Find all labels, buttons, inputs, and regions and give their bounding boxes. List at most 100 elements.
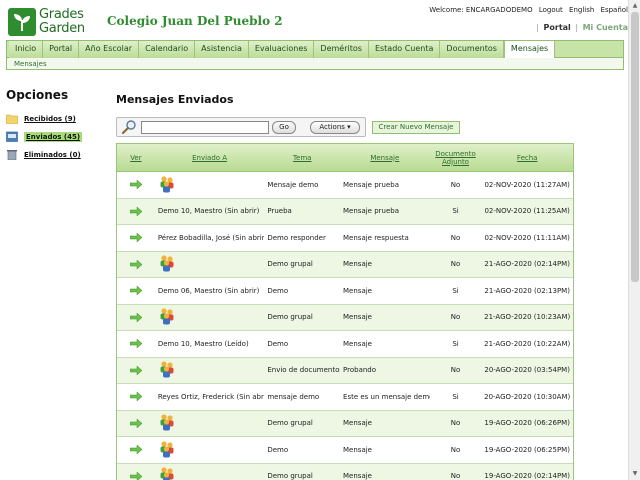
table-row[interactable]: Demo grupal Mensaje No 19-AGO-2020 (02:14PM… — [117, 463, 573, 480]
date-cell: 20-AGO-2020 (10:30AM) — [484, 392, 571, 401]
portal-link[interactable]: Portal — [544, 23, 571, 32]
subject-cell: Envio de documentos — [267, 366, 341, 375]
scroll-up-icon[interactable]: ▲ — [630, 1, 640, 11]
actions-button[interactable]: Actions ▾ — [310, 121, 360, 134]
view-cell[interactable] — [117, 365, 155, 375]
header-tema[interactable]: Tema — [264, 144, 340, 171]
english-link[interactable]: English — [569, 6, 594, 14]
table-row[interactable]: Demo grupal Mensaje No 21-AGO-2020 (02:14PM… — [117, 251, 573, 278]
table-row[interactable]: Mensaje demo Mensaje prueba No 02-NOV-2020 … — [117, 172, 573, 199]
tab-calendario[interactable]: Calendario — [139, 41, 196, 58]
view-cell[interactable] — [117, 418, 155, 428]
view-cell[interactable] — [117, 206, 155, 216]
arrow-right-icon[interactable] — [129, 339, 142, 349]
table-row[interactable]: Demo grupal Mensaje No 19-AGO-2020 (06:26PM… — [117, 410, 573, 437]
tab-ano-escolar[interactable]: Año Escolar — [79, 41, 140, 58]
header-mensaje[interactable]: Mensaje — [340, 144, 430, 171]
scrollbar[interactable]: ▲ ▼ — [628, 0, 640, 480]
view-cell[interactable] — [117, 392, 155, 402]
tab-demeritos[interactable]: Deméritos — [314, 41, 369, 58]
page: Grades Garden Colegio Juan Del Pueblo 2 … — [0, 0, 640, 480]
recipient-cell — [155, 254, 265, 274]
arrow-right-icon[interactable] — [129, 312, 142, 322]
new-message-button[interactable]: Crear Nuevo Mensaje — [372, 121, 460, 134]
tab-inicio[interactable]: Inicio — [9, 41, 44, 58]
view-cell[interactable] — [117, 233, 155, 243]
mi-cuenta-link[interactable]: Mi Cuenta — [583, 23, 628, 32]
recipient-cell — [155, 413, 265, 433]
tab-documentos[interactable]: Documentos — [440, 41, 504, 58]
attachment-cell: Si — [452, 339, 459, 348]
recipient-name: Demo 06, Maestro (Sin abrir) — [157, 286, 260, 295]
table-row[interactable]: Reyes Ortiz, Frederick (Sin abrir) mensaj… — [117, 384, 573, 411]
recipient-cell — [155, 307, 265, 327]
tab-asistencia[interactable]: Asistencia — [195, 41, 249, 58]
view-cell[interactable] — [117, 445, 155, 455]
subject-cell: mensaje demo — [267, 392, 320, 401]
search-icon[interactable] — [121, 120, 137, 135]
group-icon — [160, 467, 174, 480]
tab-portal[interactable]: Portal — [43, 41, 80, 58]
recipient-name: Demo 10, Maestro (Sin abrir) — [157, 207, 260, 216]
recipient-name: Demo 10, Maestro (Leído) — [157, 339, 249, 348]
espanol-link[interactable]: Español — [601, 6, 628, 14]
tab-estado-cuenta[interactable]: Estado Cuenta — [368, 41, 441, 58]
arrow-right-icon[interactable] — [129, 418, 142, 428]
tab-evaluaciones[interactable]: Evaluaciones — [248, 41, 315, 58]
subject-cell: Demo responder — [267, 233, 326, 242]
subnav-mensajes[interactable]: Mensajes — [14, 60, 47, 68]
arrow-right-icon[interactable] — [129, 259, 142, 269]
group-icon — [160, 441, 174, 458]
message-cell: Mensaje — [343, 419, 372, 428]
go-button[interactable]: Go — [272, 121, 296, 134]
header-fecha[interactable]: Fecha — [481, 144, 573, 171]
message-cell: Mensaje — [343, 339, 372, 348]
subject-cell: Mensaje demo — [267, 180, 319, 189]
nav-tabs: Inicio Portal Año Escolar Calendario Asi… — [7, 41, 623, 58]
logout-link[interactable]: Logout — [539, 6, 563, 14]
view-cell[interactable] — [117, 259, 155, 269]
arrow-right-icon[interactable] — [129, 392, 142, 402]
scroll-thumb[interactable] — [631, 12, 639, 282]
view-cell[interactable] — [117, 312, 155, 322]
attachment-cell: Si — [452, 207, 459, 216]
message-cell: Mensaje — [343, 313, 372, 322]
arrow-right-icon[interactable] — [129, 206, 142, 216]
sidebar-item-enviados[interactable]: Enviados (45) — [6, 130, 101, 148]
view-cell[interactable] — [117, 471, 155, 480]
table-row[interactable]: Envio de documentos Probando No 20-AGO-2020… — [117, 357, 573, 384]
attachment-cell: No — [450, 419, 461, 428]
sidebar-item-label: Eliminados (0) — [24, 151, 81, 159]
arrow-right-icon[interactable] — [129, 286, 142, 296]
message-cell: Mensaje — [343, 260, 372, 269]
subject-cell: Demo — [267, 286, 289, 295]
sidebar-item-eliminados[interactable]: Eliminados (0) — [6, 148, 101, 166]
header-ver[interactable]: Ver — [117, 144, 155, 171]
header-documento-adjunto[interactable]: Documento Adjunto — [430, 144, 482, 171]
view-cell[interactable] — [117, 180, 155, 190]
arrow-right-icon[interactable] — [129, 233, 142, 243]
arrow-right-icon[interactable] — [129, 445, 142, 455]
header-enviado-a[interactable]: Enviado A — [155, 144, 265, 171]
arrow-right-icon[interactable] — [129, 180, 142, 190]
table-row[interactable]: Demo grupal Mensaje No 21-AGO-2020 (10:23AM… — [117, 304, 573, 331]
view-cell[interactable] — [117, 339, 155, 349]
header-text: Documento — [435, 149, 476, 158]
message-cell: Mensaje — [343, 286, 372, 295]
table-row[interactable]: Demo Mensaje No 19-AGO-2020 (06:25PM) — [117, 437, 573, 464]
search-input[interactable] — [141, 121, 269, 134]
view-cell[interactable] — [117, 286, 155, 296]
table-row[interactable]: Pérez Bobadilla, José (Sin abrir) Demo re… — [117, 225, 573, 252]
sidebar-title: Opciones — [6, 88, 69, 102]
tab-mensajes[interactable]: Mensajes — [503, 41, 556, 58]
table-row[interactable]: Demo 10, Maestro (Leído) Demo Mensaje Si 21-… — [117, 331, 573, 358]
table-row[interactable]: Demo 06, Maestro (Sin abrir) Demo Mensaje S… — [117, 278, 573, 305]
scroll-down-icon[interactable]: ▼ — [630, 469, 640, 479]
logo-text: Garden — [39, 21, 85, 36]
arrow-right-icon[interactable] — [129, 471, 142, 480]
table-row[interactable]: Demo 10, Maestro (Sin abrir) Prueba Mensaj… — [117, 198, 573, 225]
arrow-right-icon[interactable] — [129, 365, 142, 375]
recipient-cell — [155, 175, 265, 195]
logo[interactable]: Grades Garden — [8, 8, 98, 36]
sidebar-item-recibidos[interactable]: Recibidos (9) — [6, 112, 101, 130]
